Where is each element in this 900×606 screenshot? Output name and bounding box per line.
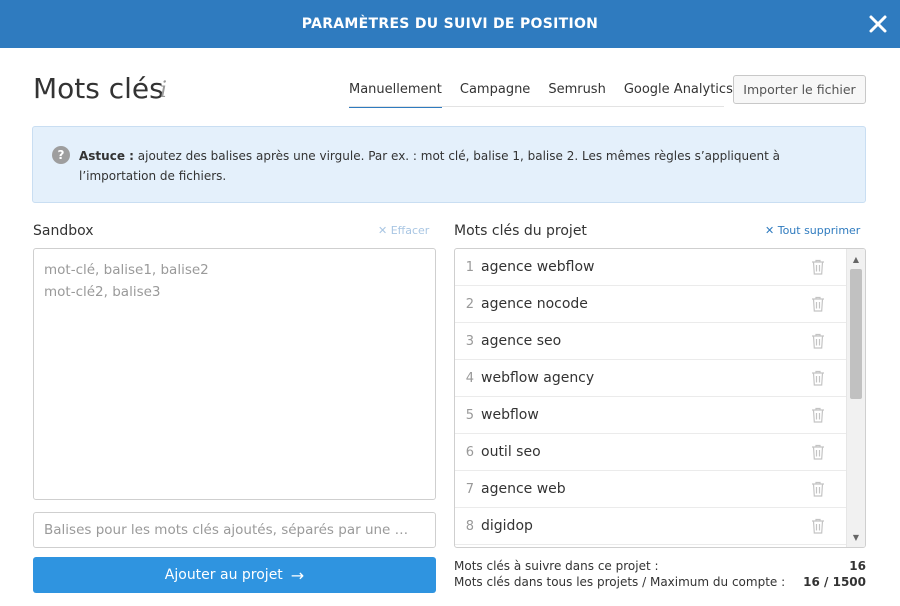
tab-campagne[interactable]: Campagne bbox=[460, 76, 530, 108]
keyword-number: 5 bbox=[465, 407, 474, 423]
keyword-text: webflow bbox=[481, 407, 539, 423]
list-item: 2 agence nocode bbox=[455, 286, 847, 323]
tabs-divider bbox=[349, 106, 724, 107]
source-tabs: Manuellement Campagne Semrush Google Ana… bbox=[349, 76, 751, 108]
trash-icon[interactable] bbox=[811, 333, 825, 349]
keyword-number: 3 bbox=[465, 333, 474, 349]
page-title: Mots clés bbox=[33, 72, 164, 105]
project-count-value: 16 bbox=[849, 559, 866, 573]
modal-header: PARAMÈTRES DU SUIVI DE POSITION bbox=[0, 0, 900, 48]
list-item: 5 webflow bbox=[455, 397, 847, 434]
modal-title: PARAMÈTRES DU SUIVI DE POSITION bbox=[301, 16, 599, 32]
keyword-number: 2 bbox=[465, 296, 474, 312]
scroll-thumb[interactable] bbox=[850, 269, 862, 399]
keyword-text: webflow agency bbox=[481, 370, 595, 386]
list-item: 6 outil seo bbox=[455, 434, 847, 471]
keyword-text: agence webflow bbox=[481, 259, 595, 275]
account-count-value: 16 / 1500 bbox=[803, 575, 866, 589]
scroll-up-icon[interactable]: ▲ bbox=[847, 251, 865, 267]
sandbox-clear-label: Effacer bbox=[390, 224, 430, 237]
project-keywords-label: Mots clés du projet bbox=[454, 223, 587, 239]
tab-google-analytics[interactable]: Google Analytics bbox=[624, 76, 733, 108]
project-count-label: Mots clés à suivre dans ce projet : bbox=[454, 559, 659, 573]
tip-box: ? Astuce : ajoutez des balises après une… bbox=[32, 126, 866, 203]
keyword-text: agence web bbox=[481, 481, 566, 497]
keyword-text: agence seo bbox=[481, 333, 562, 349]
sandbox-textarea[interactable] bbox=[44, 259, 425, 489]
keyword-number: 1 bbox=[465, 259, 474, 275]
arrow-right-icon: → bbox=[290, 565, 305, 585]
add-to-project-label: Ajouter au projet bbox=[164, 567, 283, 583]
tip-text: Astuce : ajoutez des balises après une v… bbox=[79, 146, 839, 186]
keyword-stats: Mots clés à suivre dans ce projet : 16 M… bbox=[454, 558, 866, 590]
x-icon: ✕ bbox=[765, 224, 775, 237]
keyword-text: digidop bbox=[481, 518, 533, 534]
tab-semrush[interactable]: Semrush bbox=[548, 76, 606, 108]
import-file-button[interactable]: Importer le fichier bbox=[733, 75, 866, 104]
x-icon: ✕ bbox=[378, 224, 388, 237]
trash-icon[interactable] bbox=[811, 407, 825, 423]
list-item: 3 agence seo bbox=[455, 323, 847, 360]
keywords-scrollbar[interactable]: ▲ ▼ bbox=[846, 249, 865, 547]
keyword-number: 6 bbox=[465, 444, 474, 460]
trash-icon[interactable] bbox=[811, 518, 825, 534]
keyword-text: agence nocode bbox=[481, 296, 588, 312]
add-to-project-button[interactable]: Ajouter au projet → bbox=[33, 557, 436, 593]
sandbox-clear-button[interactable]: ✕ Effacer bbox=[378, 224, 429, 237]
trash-icon[interactable] bbox=[811, 444, 825, 460]
trash-icon[interactable] bbox=[811, 370, 825, 386]
project-count-row: Mots clés à suivre dans ce projet : 16 bbox=[454, 558, 866, 574]
trash-icon[interactable] bbox=[811, 481, 825, 497]
keyword-number: 4 bbox=[465, 370, 474, 386]
tip-label: Astuce : bbox=[79, 149, 134, 163]
tab-manuellement[interactable]: Manuellement bbox=[349, 76, 442, 108]
info-icon[interactable]: i bbox=[160, 78, 167, 103]
tags-input[interactable] bbox=[33, 512, 436, 548]
account-count-label: Mots clés dans tous les projets / Maximu… bbox=[454, 575, 786, 589]
sandbox-label: Sandbox bbox=[33, 223, 94, 239]
trash-icon[interactable] bbox=[811, 296, 825, 312]
keyword-text: outil seo bbox=[481, 444, 541, 460]
question-icon: ? bbox=[52, 146, 70, 164]
keywords-list: 1 agence webflow 2 agence nocode 3 agenc… bbox=[454, 248, 866, 548]
account-count-row: Mots clés dans tous les projets / Maximu… bbox=[454, 574, 866, 590]
delete-all-label: Tout supprimer bbox=[777, 224, 861, 237]
sandbox-area bbox=[33, 248, 436, 500]
list-item: 8 digidop bbox=[455, 508, 847, 545]
list-item: 1 agence webflow bbox=[455, 249, 847, 286]
scroll-down-icon[interactable]: ▼ bbox=[847, 529, 865, 545]
close-icon[interactable] bbox=[866, 12, 890, 36]
keyword-number: 8 bbox=[465, 518, 474, 534]
list-item: 4 webflow agency bbox=[455, 360, 847, 397]
trash-icon[interactable] bbox=[811, 259, 825, 275]
keyword-number: 7 bbox=[465, 481, 474, 497]
delete-all-button[interactable]: ✕ Tout supprimer bbox=[765, 224, 860, 237]
list-item: 7 agence web bbox=[455, 471, 847, 508]
tip-body: ajoutez des balises après une virgule. P… bbox=[79, 149, 780, 183]
